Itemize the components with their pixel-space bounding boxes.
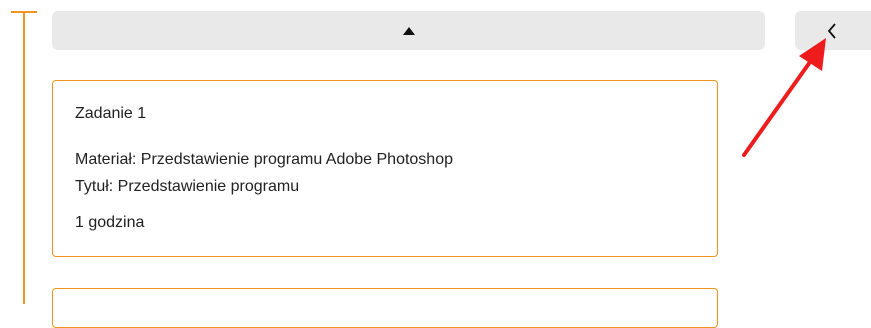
triangle-up-icon xyxy=(402,26,415,35)
task-title: Zadanie 1 xyxy=(75,105,147,122)
task-material: Materiał: Przedstawienie programu Adobe … xyxy=(75,151,453,168)
task-card[interactable] xyxy=(52,288,718,328)
task-card[interactable]: Zadanie 1 Materiał: Przedstawienie progr… xyxy=(52,80,718,257)
scroll-up-button[interactable] xyxy=(52,11,765,50)
collapse-panel-button[interactable] xyxy=(795,11,871,50)
task-subject: Tytuł: Przedstawienie programu xyxy=(75,178,300,195)
chevron-left-icon xyxy=(827,23,836,39)
task-duration: 1 godzina xyxy=(75,214,145,231)
timeline-line xyxy=(23,12,25,304)
